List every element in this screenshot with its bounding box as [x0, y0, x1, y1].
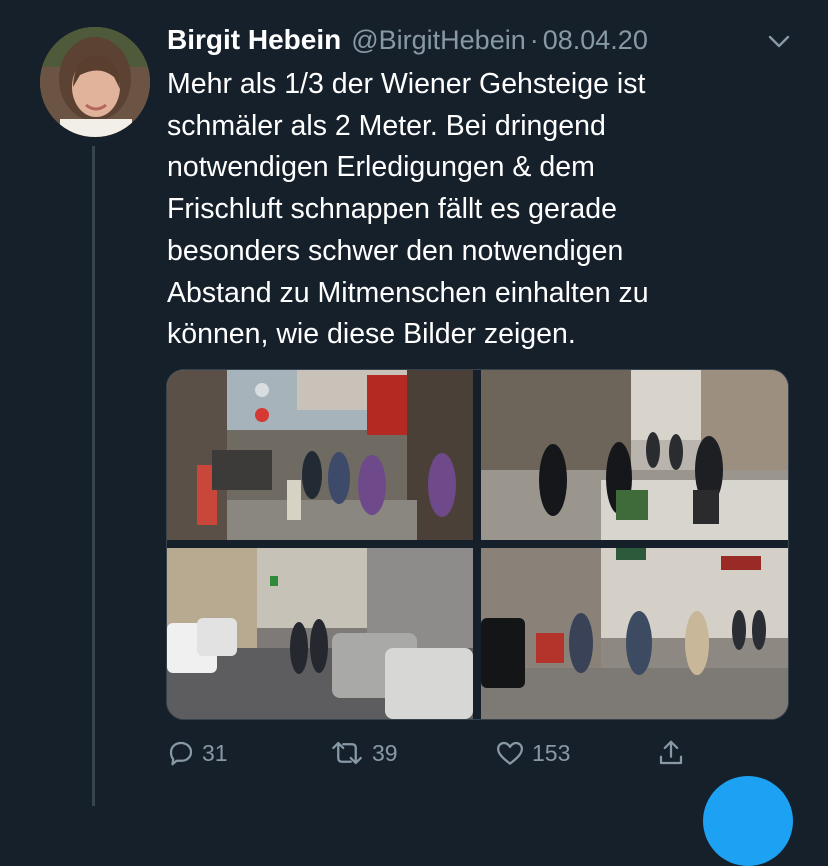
- more-options-button[interactable]: [764, 28, 794, 56]
- photo-2[interactable]: [481, 370, 788, 540]
- heart-icon: [497, 741, 523, 765]
- photo-4[interactable]: [481, 548, 788, 719]
- tweet-date[interactable]: 08.04.20: [543, 25, 648, 56]
- tweet-text: Mehr als 1/3 der Wiener Gehsteige ist sc…: [167, 68, 649, 351]
- thread-line: [92, 146, 95, 806]
- speech-bubble-icon: [169, 741, 193, 766]
- reply-count: 31: [202, 739, 228, 766]
- photo-3[interactable]: [167, 548, 473, 719]
- retweet-arrows-icon: [332, 741, 362, 765]
- avatar-photo: [40, 27, 150, 137]
- retweet-button[interactable]: 39: [328, 735, 398, 771]
- reply-button[interactable]: 31: [166, 735, 228, 771]
- like-count: 153: [532, 739, 571, 766]
- retweet-count: 39: [372, 739, 398, 766]
- author-name[interactable]: Birgit Hebein: [167, 24, 341, 56]
- like-button[interactable]: 153: [494, 735, 570, 771]
- share-upload-icon: [659, 740, 683, 765]
- share-button[interactable]: [656, 735, 686, 771]
- separator-dot: ·: [529, 25, 539, 55]
- tweet-actions: 31 39 153: [166, 735, 696, 771]
- chevron-down-icon: [768, 35, 790, 48]
- compose-tweet-button[interactable]: [703, 776, 793, 866]
- media-grid: [166, 369, 789, 720]
- author-handle[interactable]: @BirgitHebein: [351, 25, 526, 56]
- tweet-header: Birgit Hebein @BirgitHebein · 08.04.20: [167, 24, 807, 64]
- avatar[interactable]: [40, 27, 150, 137]
- photo-1[interactable]: [167, 370, 473, 540]
